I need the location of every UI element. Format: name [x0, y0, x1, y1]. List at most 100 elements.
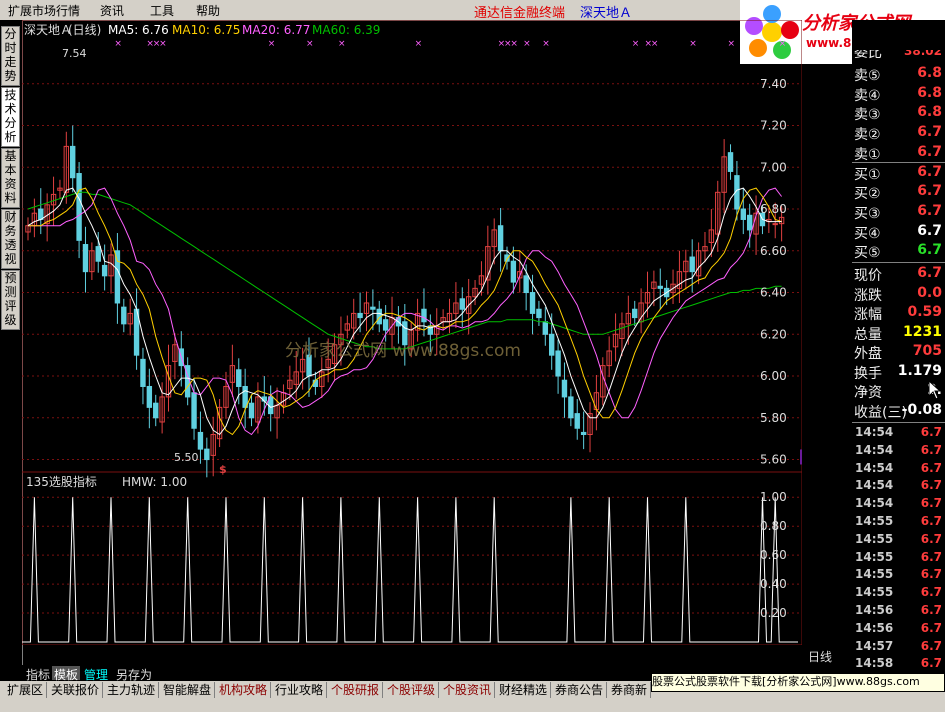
- subtab-save-as[interactable]: 另存为: [114, 666, 154, 682]
- btab-broker-new[interactable]: 券商新: [608, 682, 652, 698]
- indicator-series: [22, 497, 798, 643]
- menu-item-help[interactable]: 帮助: [196, 2, 220, 19]
- signal-x-marker: ×: [159, 39, 167, 49]
- btab-related-quotes[interactable]: 关联报价: [48, 682, 104, 698]
- tick-price: 6.7: [920, 460, 942, 475]
- order-book-row: 买① 6.7: [852, 163, 945, 183]
- candle-body: [727, 152, 734, 172]
- tick-price: 6.7: [920, 603, 942, 617]
- tab-intraday[interactable]: 分时走势: [1, 26, 20, 86]
- tab-technical[interactable]: 技术分析: [1, 87, 20, 147]
- order-book-price: 6.7: [917, 183, 942, 200]
- subtab-template[interactable]: 模板: [52, 666, 81, 682]
- subtab-indicator[interactable]: 指标: [24, 666, 52, 682]
- stat-row: 现价 6.7: [852, 264, 945, 284]
- candle-body: [632, 308, 638, 319]
- tick-price: 6.7: [920, 496, 942, 511]
- menu-item-market[interactable]: 扩展市场行情: [8, 2, 80, 19]
- tick-price: 6.7: [920, 585, 942, 600]
- menu-item-news[interactable]: 资讯: [100, 2, 124, 19]
- tab-finance[interactable]: 财务透视: [1, 209, 20, 269]
- price-tick-label: 6.20: [760, 327, 787, 341]
- btab-broker-notice[interactable]: 券商公告: [552, 682, 608, 698]
- btab-stock-rating[interactable]: 个股评级: [384, 682, 440, 698]
- btab-industry-strategy[interactable]: 行业攻略: [272, 682, 328, 698]
- signal-x-marker: ×: [268, 39, 276, 49]
- price-tick-label: 6.40: [760, 286, 787, 300]
- stat-value: 705: [912, 343, 942, 359]
- tick-time: 14:54: [855, 478, 894, 493]
- candle-body: [459, 298, 465, 310]
- btab-finance-picks[interactable]: 财经精选: [496, 682, 552, 698]
- order-book-row: 卖⑤ 6.8: [852, 64, 945, 84]
- order-book-label: 卖⑤: [854, 68, 881, 84]
- signal-x-marker: ×: [523, 39, 531, 49]
- tick-row: 14:58 6.7: [852, 655, 945, 673]
- signal-x-marker: ×: [510, 39, 518, 49]
- signal-x-marker: ×: [779, 39, 787, 49]
- candle-body: [555, 350, 561, 377]
- stock-title: 深天地Ａ: [580, 6, 633, 21]
- tick-time: 14:54: [855, 442, 894, 457]
- candle-body: [191, 392, 197, 429]
- btab-smart-analysis[interactable]: 智能解盘: [160, 682, 216, 698]
- chart-stock-name: 深天地Ａ: [24, 23, 72, 37]
- btab-institution-strategy[interactable]: 机构攻略: [216, 682, 272, 698]
- stat-value: 1.179: [897, 362, 942, 379]
- indicator-tick-label: 0.60: [760, 548, 787, 562]
- candle-body: [101, 264, 108, 277]
- order-book-label: 买①: [854, 166, 881, 183]
- btab-extension[interactable]: 扩展区: [4, 682, 48, 698]
- candle-body: [542, 321, 549, 335]
- tick-price: 6.7: [920, 478, 942, 493]
- order-book-row: 卖① 6.7: [852, 143, 945, 163]
- btab-stock-research[interactable]: 个股研报: [328, 682, 384, 698]
- candle-body: [580, 431, 587, 436]
- tick-price: 6.7: [920, 425, 942, 439]
- stat-label: 净资: [854, 385, 882, 401]
- tick-price: 6.7: [920, 514, 942, 528]
- ma10-readout: MA10: 6.75: [172, 23, 240, 37]
- price-tick-label: 6.80: [760, 202, 787, 216]
- candle-body: [657, 285, 663, 289]
- period-daily-label[interactable]: 日线: [808, 648, 832, 665]
- stat-row: 换手 1.179: [852, 362, 945, 382]
- candle-body: [548, 333, 555, 356]
- tick-time: 14:58: [855, 656, 894, 671]
- btab-main-track[interactable]: 主力轨迹: [104, 682, 160, 698]
- tab-forecast[interactable]: 预测评级: [1, 270, 20, 330]
- candle-body: [140, 358, 146, 387]
- candle-body: [95, 246, 101, 262]
- stat-label: 涨幅: [854, 307, 882, 323]
- btab-stock-news[interactable]: 个股资讯: [440, 682, 496, 698]
- stat-row: 涨跌 0.0: [852, 284, 945, 304]
- candle-body: [523, 275, 529, 294]
- indicator-value: HMW: 1.00: [122, 475, 187, 489]
- tick-row: 14:57 6.7: [852, 638, 945, 656]
- order-book-row: 卖④ 6.8: [852, 84, 945, 104]
- candle-body: [421, 308, 427, 323]
- order-book-label: 买③: [854, 205, 881, 222]
- candle-body: [242, 385, 248, 408]
- tick-price: 6.7: [920, 620, 942, 635]
- dollar-signal-marker: $: [219, 463, 227, 476]
- tick-row: 14:54 6.7: [852, 424, 945, 442]
- tab-fundamentals[interactable]: 基本资料: [1, 148, 20, 208]
- indicator-name: 135选股指标: [26, 474, 97, 489]
- candle-body: [574, 413, 580, 429]
- candle-body: [536, 308, 542, 319]
- tick-time: 14:57: [855, 638, 894, 653]
- candle-body: [82, 244, 89, 273]
- tick-time: 14:54: [855, 425, 894, 439]
- subtab-manage[interactable]: 管理: [82, 666, 110, 682]
- candle-body: [746, 214, 753, 231]
- stat-value: 6.7: [917, 265, 942, 281]
- candle-body: [357, 312, 363, 319]
- kline-chart[interactable]: × ××× × × × × ××× × × × ×× × × × 7.407.207.006.806.60…: [22, 20, 802, 645]
- candle-body: [70, 145, 76, 179]
- menu-item-tools[interactable]: 工具: [150, 2, 174, 19]
- tick-row: 14:56 6.7: [852, 620, 945, 638]
- candle-body: [497, 225, 504, 252]
- order-book-price: 6.8: [917, 65, 942, 81]
- high-price-label: 7.54: [62, 47, 87, 60]
